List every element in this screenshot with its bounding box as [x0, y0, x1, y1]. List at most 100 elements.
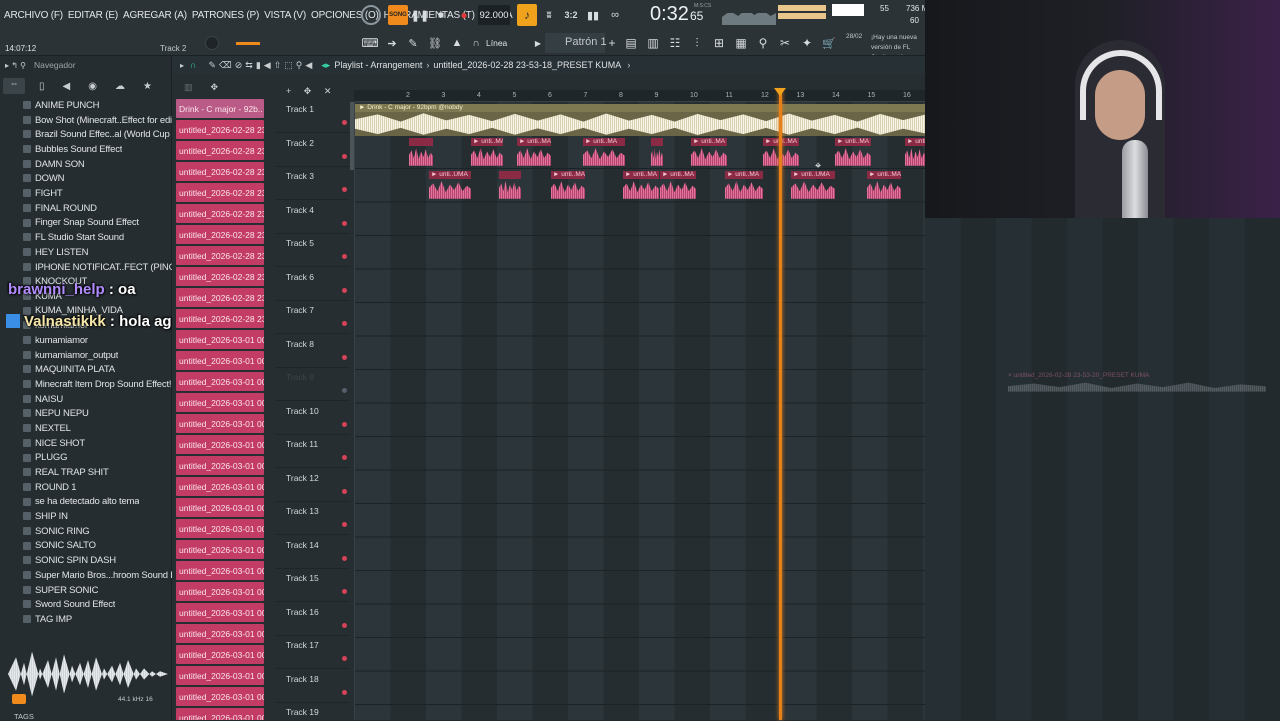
track-header[interactable]: Track 1	[276, 100, 350, 133]
clip-track3-4[interactable]: ► unti..MA	[623, 171, 659, 201]
track-mute-led[interactable]	[342, 656, 347, 661]
track-mute-led[interactable]	[342, 254, 347, 259]
arrow-right-icon[interactable]: ➔	[384, 34, 400, 52]
menu-item[interactable]: EDITAR (E)	[68, 10, 118, 21]
pattern-item[interactable]: untitled_2026-03-01 00-..	[176, 540, 264, 559]
track-header[interactable]: Track 13	[276, 502, 350, 535]
clip-track3-7[interactable]: ► unti..UMA	[791, 171, 835, 201]
add-pattern-icon[interactable]: +	[606, 34, 618, 52]
pattern-item[interactable]: untitled_2026-02-28 23-..	[176, 183, 264, 202]
track-header[interactable]: Track 17	[276, 636, 350, 669]
pattern-item[interactable]: untitled_2026-02-28 23-..	[176, 288, 264, 307]
pattern-item[interactable]: untitled_2026-03-01 00-..	[176, 603, 264, 622]
channel-rack-icon[interactable]: ☷	[666, 34, 684, 52]
track-mute-led[interactable]	[342, 455, 347, 460]
clip-track3-3[interactable]: ► unti..MA	[551, 171, 585, 201]
keyboard-icon[interactable]: ⌨	[360, 34, 380, 52]
playlist-breadcrumb[interactable]: untitled_2026-02-28 23-53-18_PRESET KUMA	[433, 60, 621, 70]
pattern-item[interactable]: untitled_2026-03-01 00-..	[176, 708, 264, 720]
browser-item[interactable]: SONIC SPIN DASH	[0, 553, 172, 568]
browser-item[interactable]: NAISU	[0, 392, 172, 407]
browser-item[interactable]: SUPER SONIC	[0, 583, 172, 598]
sample-play-icon[interactable]	[12, 694, 26, 704]
track-mute-led[interactable]	[342, 522, 347, 527]
track-mute-led[interactable]	[342, 622, 347, 628]
pattern-item[interactable]: untitled_2026-03-01 00-..	[176, 330, 264, 349]
cart-icon[interactable]: 🛒	[820, 34, 838, 52]
browser-plugin-icon[interactable]: ◉	[88, 81, 97, 92]
countdown-icon[interactable]: 3:2	[562, 6, 580, 24]
clip-track2-2[interactable]: ► unti..MA	[471, 138, 503, 168]
metronome-button[interactable]: ♪	[517, 4, 537, 26]
browser-speaker-icon[interactable]: ◀	[63, 81, 71, 92]
track-header[interactable]: Track 18	[276, 670, 350, 703]
master-pitch-knob[interactable]	[205, 36, 219, 50]
pattern-item[interactable]: untitled_2026-02-28 23-..	[176, 267, 264, 286]
browser-item[interactable]: IPHONE NOTIFICAT..FECT (PINGꟷDING)	[0, 260, 172, 275]
browser-item[interactable]: Bow Shot (Minecraft..Effect for editing	[0, 113, 172, 128]
track-header[interactable]: Track 6	[276, 268, 350, 301]
stamp-icon[interactable]: ▲	[449, 34, 465, 52]
browser-item[interactable]: NEPU NEPU	[0, 406, 172, 421]
pattern-item[interactable]: untitled_2026-02-28 23-..	[176, 141, 264, 160]
step-edit-icon[interactable]: ▮▮	[584, 6, 602, 24]
browser-item[interactable]: se ha detectado alto tema	[0, 495, 172, 510]
playlist-tools-icon[interactable]: ✎⌫⊘⇆▮◀⇧⬚⚲◀	[208, 60, 315, 71]
browser-item[interactable]: SONIC RING	[0, 524, 172, 539]
ghost-clip[interactable]: × untitled_2026-02-28 23-53-20_PRESET KU…	[1008, 372, 1266, 402]
track-mute-led[interactable]	[342, 555, 347, 561]
track-mute-led[interactable]	[342, 321, 347, 326]
track-mute-led[interactable]	[342, 689, 347, 695]
wait-input-icon[interactable]: ʬ	[540, 6, 558, 24]
pattern-item[interactable]: untitled_2026-03-01 00-..	[176, 414, 264, 433]
playlist-grid[interactable]: ► Drink - C major - 92bpm @nobdy ► unti.…	[354, 88, 926, 720]
master-volume-slider[interactable]	[236, 42, 260, 45]
menu-item[interactable]: AGREGAR (A)	[123, 10, 187, 21]
pause-button[interactable]: ❚❚	[411, 6, 429, 24]
pattern-item[interactable]: untitled_2026-03-01 00-..	[176, 435, 264, 454]
browser-item[interactable]: SONIC SALTO	[0, 539, 172, 554]
browser-item[interactable]: FINAL ROUND	[0, 201, 172, 216]
clip-track2-5[interactable]	[651, 138, 663, 168]
loop-record-icon[interactable]: ∞	[606, 6, 624, 24]
clip-track3-8[interactable]: ► unti..MA	[867, 171, 901, 201]
track-mute-led[interactable]	[342, 589, 347, 594]
browser-item[interactable]: Minecraft Item Drop Sound Effect!	[0, 377, 172, 392]
mixer-icon[interactable]: ⫶	[688, 34, 706, 52]
browser-item[interactable]: DAMN SON	[0, 157, 172, 172]
playlist-icon[interactable]: ▤	[622, 34, 640, 52]
pattern-item[interactable]: untitled_2026-03-01 00-..	[176, 666, 264, 685]
browser-file-icon[interactable]: ▯	[39, 81, 45, 92]
pattern-item[interactable]: untitled_2026-02-28 23-..	[176, 204, 264, 223]
track-header[interactable]: Track 19	[276, 703, 350, 720]
browser-item[interactable]: ANIME PUNCH	[0, 98, 172, 113]
browser-item[interactable]: Brazil Sound Effec..al (World Cup 2002)	[0, 127, 172, 142]
play-pattern-icon[interactable]: ▶	[532, 34, 544, 52]
playlist-snap-icon[interactable]: ∩	[190, 60, 196, 70]
track-mute-led[interactable]	[342, 287, 347, 293]
track-header[interactable]: Track 14	[276, 536, 350, 569]
menu-item[interactable]: ARCHIVO (F)	[4, 10, 63, 21]
clip-track2-8[interactable]: ► unti..MA	[835, 138, 871, 168]
pattern-item[interactable]: untitled_2026-03-01 00-..	[176, 624, 264, 643]
pattern-item[interactable]: untitled_2026-03-01 00-..	[176, 351, 264, 370]
track-mute-led[interactable]	[342, 388, 347, 393]
playhead-marker-icon[interactable]	[774, 88, 786, 96]
track-mute-led[interactable]	[342, 120, 347, 125]
browser-star-icon[interactable]: ★	[143, 81, 152, 92]
browser-item[interactable]: Super Mario Bros...hroom Sound Effect	[0, 568, 172, 583]
tempo-display[interactable]: 92.000	[478, 5, 510, 25]
track-header[interactable]: Track 12	[276, 469, 350, 502]
link-icon[interactable]: ⛓	[427, 34, 443, 52]
pattern-selector[interactable]: Patrón 1	[545, 33, 607, 53]
pattern-item[interactable]: untitled_2026-03-01 00-..	[176, 519, 264, 538]
track-header[interactable]: Track 7	[276, 301, 350, 334]
snap-selector[interactable]: Línea	[486, 38, 507, 48]
playlist-play-icon[interactable]: ▸	[180, 61, 184, 70]
browser-item[interactable]: NICE SHOT	[0, 436, 172, 451]
brush-icon[interactable]: ✎	[405, 34, 421, 52]
pattern-item[interactable]: untitled_2026-03-01 00-..	[176, 456, 264, 475]
track-mute-led[interactable]	[342, 187, 347, 192]
pattern-item[interactable]: untitled_2026-03-01 00-..	[176, 372, 264, 391]
browser-item[interactable]: NEXTEL	[0, 421, 172, 436]
